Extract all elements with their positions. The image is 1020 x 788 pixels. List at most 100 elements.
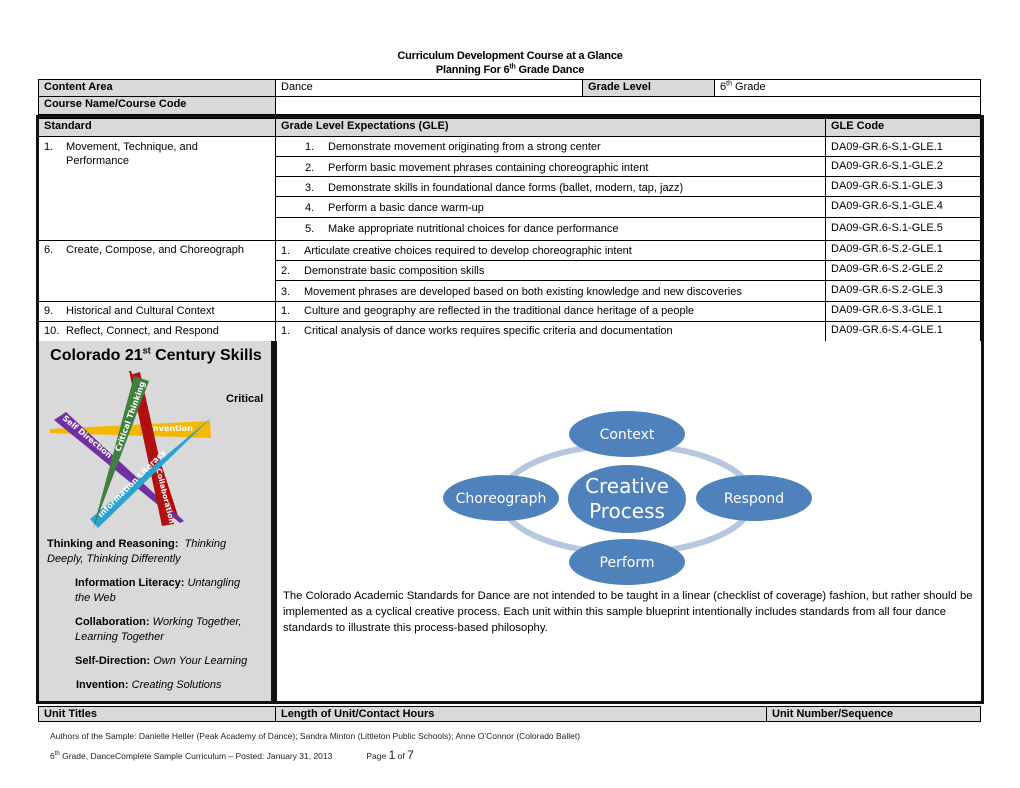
grade-level-label: Grade Level: [582, 79, 715, 97]
gle-row: 1. Critical analysis of dance works requi…: [275, 321, 826, 342]
node-respond-label: Respond: [724, 491, 784, 507]
gle-number: 3.: [305, 182, 315, 194]
skill-thinking-reasoning: Thinking and Reasoning: Thinking Deeply, …: [47, 537, 267, 567]
skill-desc-cont: Learning Together: [75, 631, 164, 643]
footer-page-of: of: [395, 751, 408, 761]
content-area-label: Content Area: [38, 79, 276, 97]
gle-number: 3.: [281, 286, 291, 298]
node-perform-label: Perform: [600, 555, 655, 571]
skill-desc: Own Your Learning: [153, 655, 248, 667]
gle-number: 1.: [281, 245, 291, 257]
unit-length-header: Length of Unit/Contact Hours: [275, 706, 767, 722]
subtitle-prefix: Planning For 6: [435, 64, 510, 76]
gle-row: 4. Perform a basic dance warm-up: [275, 196, 826, 218]
skill-self-direction: Self-Direction: Own Your Learning: [75, 654, 271, 669]
standard-name: Movement, Technique, and: [66, 141, 198, 153]
gle-text: Demonstrate movement originating from a …: [328, 141, 601, 153]
gle-code: DA09-GR.6-S.3-GLE.1: [825, 301, 981, 322]
section-divider: [274, 341, 277, 702]
gle-code: DA09-GR.6-S.4-GLE.1: [825, 321, 981, 342]
standard-9: 9. Historical and Cultural Context: [38, 301, 276, 322]
gle-text: Culture and geography are reflected in t…: [304, 305, 695, 317]
creative-process-diagram: Context Choreograph Respond Perform Crea…: [443, 411, 812, 585]
skill-label: Invention:: [76, 679, 129, 691]
skill-label: Information Literacy:: [75, 577, 185, 589]
center-label-line2: Process: [589, 499, 665, 523]
gle-text: Demonstrate basic composition skills: [304, 265, 485, 277]
gle-number: 4.: [305, 202, 315, 214]
standard-name: Historical and Cultural Context: [66, 305, 215, 317]
gle-number: 5.: [305, 223, 315, 235]
footer-doc-info: 6th Grade, DanceComplete Sample Curricul…: [50, 748, 414, 762]
gle-row: 1. Demonstrate movement originating from …: [275, 136, 826, 157]
standard-number: 10.: [44, 325, 60, 337]
skill-collaboration: Collaboration: Working Together, Learning…: [75, 615, 271, 645]
invention-label: Invention: [150, 424, 193, 433]
standard-header: Standard: [38, 118, 276, 137]
gle-code: DA09-GR.6-S.1-GLE.1: [825, 136, 981, 157]
gle-row: 1. Articulate creative choices required t…: [275, 240, 826, 261]
gle-row: 5. Make appropriate nutritional choices f…: [275, 217, 826, 241]
gle-row: 3. Demonstrate skills in foundational dan…: [275, 176, 826, 197]
subtitle-suffix: Grade Dance: [515, 64, 585, 76]
standard-number: 9.: [44, 305, 54, 317]
gle-row: 2. Demonstrate basic composition skills: [275, 260, 826, 281]
unit-titles-header: Unit Titles: [38, 706, 276, 722]
skill-desc: Thinking: [184, 538, 227, 550]
course-name-label: Course Name/Course Code: [38, 96, 276, 115]
grade-level-value: 6th Grade: [714, 79, 981, 97]
node-choreograph-label: Choreograph: [456, 491, 547, 507]
gle-number: 1.: [281, 325, 291, 337]
footer-doc-line: Grade, DanceComplete Sample Curriculum –…: [59, 751, 333, 761]
gle-text: Articulate creative choices required to …: [304, 245, 632, 257]
process-paragraph: The Colorado Academic Standards for Danc…: [283, 590, 973, 634]
course-name-value: [275, 96, 981, 115]
gle-number: 2.: [305, 162, 315, 174]
standard-name: Reflect, Connect, and Respond: [66, 325, 219, 337]
gle-text: Critical analysis of dance works require…: [304, 325, 673, 337]
creative-process-area: Context Choreograph Respond Perform Crea…: [276, 341, 981, 701]
gle-code: DA09-GR.6-S.1-GLE.3: [825, 176, 981, 197]
standard-number: 6.: [44, 244, 54, 256]
standard-name-cont: Performance: [66, 155, 129, 167]
gle-text: Perform a basic dance warm-up: [328, 202, 484, 214]
footer-page-word: Page: [366, 751, 389, 761]
skill-information-literacy: Information Literacy: Untangling the Web: [75, 576, 271, 606]
skills-star-graphic: Invention Self Direction Collaboration I…: [50, 371, 212, 529]
gle-row: 3. Movement phrases are developed based o…: [275, 280, 826, 302]
footer-authors: Authors of the Sample: Danielle Heller (…: [50, 731, 581, 741]
gle-code: DA09-GR.6-S.2-GLE.1: [825, 240, 981, 261]
gle-code: DA09-GR.6-S.1-GLE.2: [825, 156, 981, 177]
skills-panel: Colorado 21st Century Skills Critical In…: [38, 341, 274, 701]
standard-10: 10. Reflect, Connect, and Respond: [38, 321, 276, 342]
gle-number: 2.: [281, 265, 291, 277]
content-area-value: Dance: [275, 79, 583, 97]
gle-text: Perform basic movement phrases containin…: [328, 162, 649, 174]
self-direction-label: Self Direction: [61, 414, 114, 461]
skill-label: Thinking and Reasoning:: [47, 538, 179, 550]
gle-code: DA09-GR.6-S.1-GLE.4: [825, 196, 981, 218]
skill-desc: Creating Solutions: [131, 679, 222, 691]
gle-code: DA09-GR.6-S.2-GLE.2: [825, 260, 981, 281]
gle-text: Demonstrate skills in foundational dance…: [328, 182, 684, 194]
footer-page-total: 7: [407, 748, 414, 762]
skill-invention: Invention: Creating Solutions: [76, 678, 272, 693]
gle-text: Make appropriate nutritional choices for…: [328, 223, 619, 235]
skill-desc: Working Together,: [152, 616, 242, 628]
standard-6: 6. Create, Compose, and Choreograph: [38, 240, 276, 302]
gle-row: 2. Perform basic movement phrases contain…: [275, 156, 826, 177]
gle-code-header: GLE Code: [825, 118, 981, 137]
standard-1: 1. Movement, Technique, and Performance: [38, 136, 276, 241]
gle-header: Grade Level Expectations (GLE): [275, 118, 826, 137]
skill-desc: Untangling: [187, 577, 241, 589]
node-context-label: Context: [600, 427, 655, 443]
skill-label: Self-Direction:: [75, 655, 151, 667]
skill-desc-cont: the Web: [75, 592, 116, 604]
standard-name: Create, Compose, and Choreograph: [66, 244, 244, 256]
gle-text: Movement phrases are developed based on …: [304, 286, 742, 298]
skill-label: Collaboration:: [75, 616, 150, 628]
center-label-line1: Creative: [585, 474, 669, 498]
unit-number-header: Unit Number/Sequence: [766, 706, 981, 722]
grade-suffix: Grade: [731, 81, 766, 93]
gle-code: DA09-GR.6-S.2-GLE.3: [825, 280, 981, 302]
